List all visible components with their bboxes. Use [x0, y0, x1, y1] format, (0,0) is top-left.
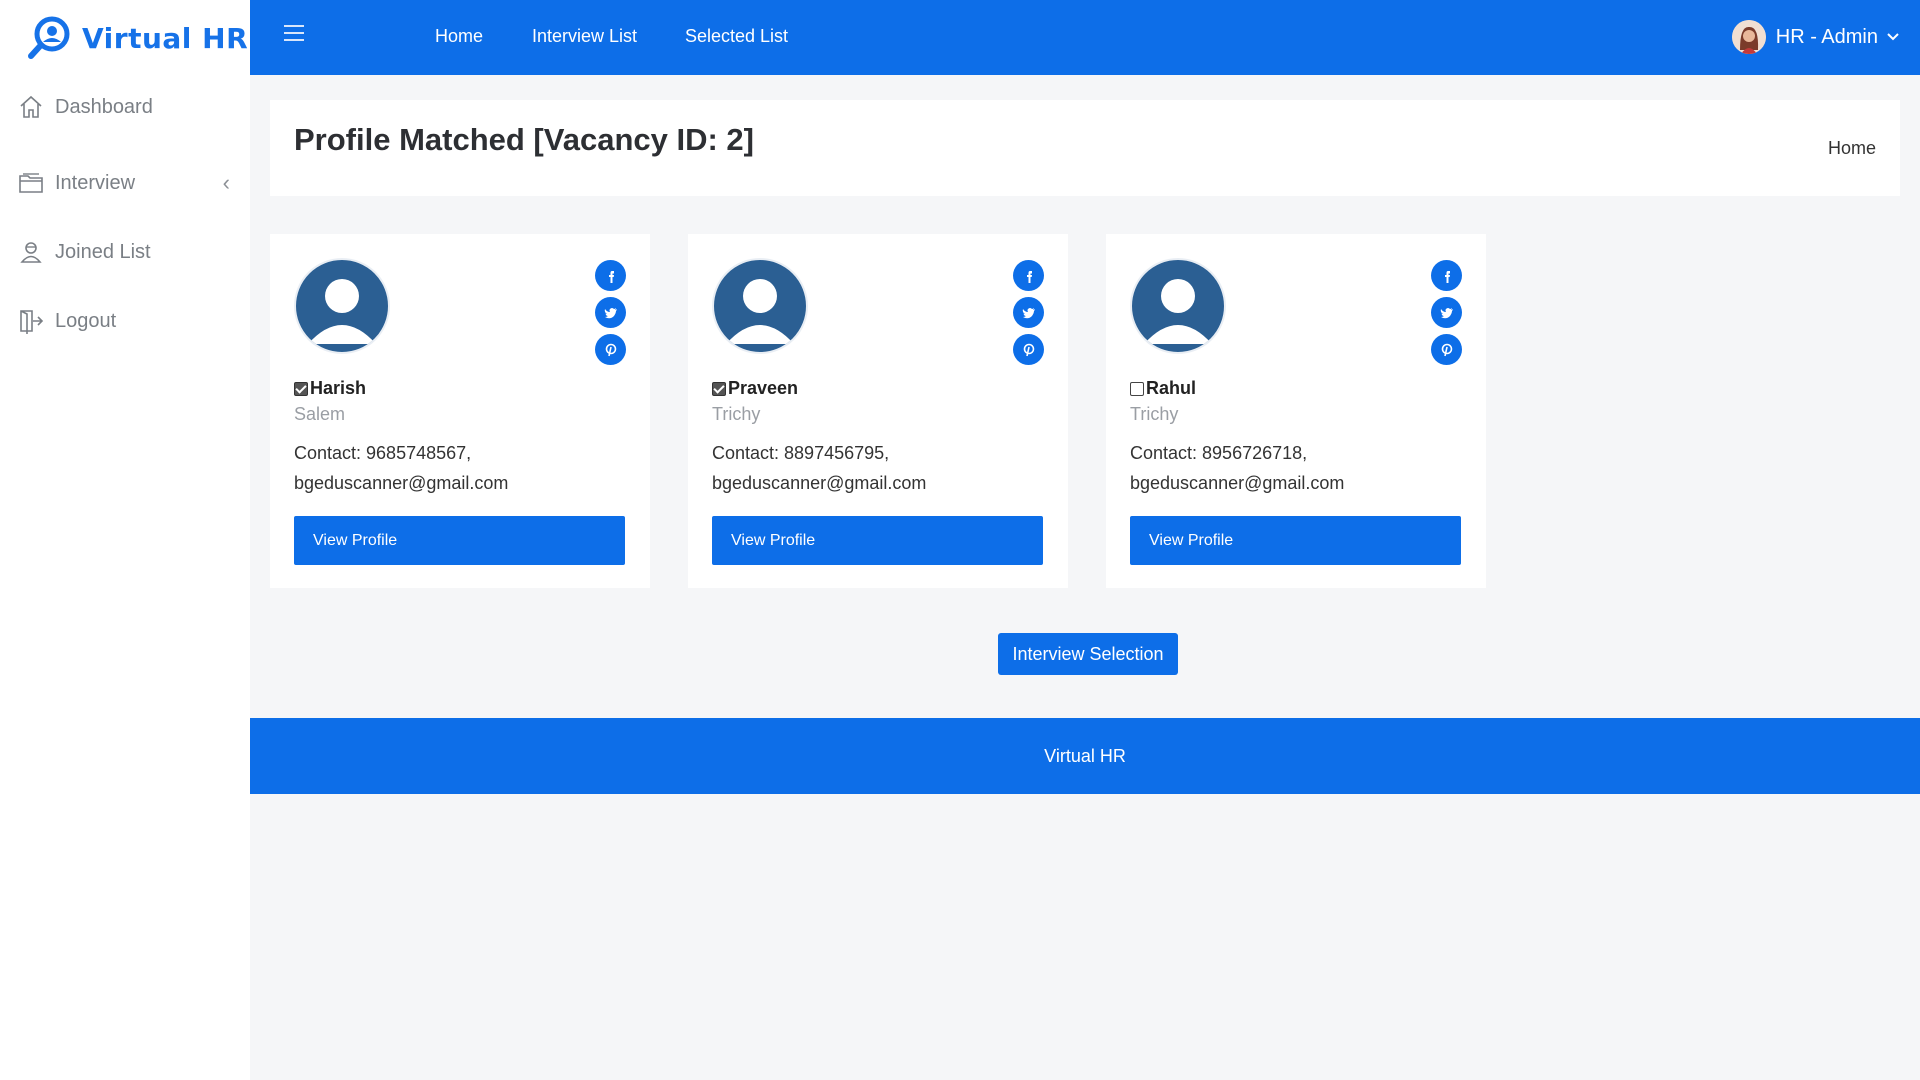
candidate-email: bgeduscanner@gmail.com	[712, 473, 927, 493]
logout-icon	[20, 310, 44, 334]
candidate-name-row: Praveen	[712, 378, 798, 399]
twitter-icon[interactable]	[1013, 297, 1044, 328]
nav-link-selected-list[interactable]: Selected List	[685, 26, 788, 47]
pinterest-icon[interactable]	[1013, 334, 1044, 365]
nav-link-interview-list[interactable]: Interview List	[532, 26, 637, 47]
topbar: Home Interview List Selected List HR - A…	[250, 0, 1920, 75]
sidebar-item-label: Interview	[55, 171, 136, 194]
chevron-left-icon[interactable]: ‹	[223, 170, 230, 196]
candidate-name-row: Rahul	[1130, 378, 1196, 399]
sidebar-item-label: Joined List	[55, 240, 151, 263]
interview-selection-button[interactable]: Interview Selection	[998, 633, 1178, 675]
profile-card: Rahul Trichy Contact: 8956726718, bgedus…	[1106, 234, 1486, 588]
avatar	[1731, 20, 1766, 54]
select-checkbox[interactable]	[1130, 381, 1144, 396]
home-icon	[20, 95, 42, 118]
twitter-icon[interactable]	[1431, 297, 1462, 328]
candidate-email: bgeduscanner@gmail.com	[294, 473, 509, 493]
sidebar: Virtual HR Dashboard Interview ‹ Joined …	[0, 0, 250, 1080]
person-icon	[20, 242, 42, 263]
candidate-city: Trichy	[1130, 404, 1179, 424]
chevron-down-icon	[1887, 33, 1899, 41]
nav-link-home[interactable]: Home	[435, 26, 483, 47]
page-title: Profile Matched [Vacancy ID: 2]	[294, 122, 754, 157]
twitter-icon[interactable]	[595, 297, 626, 328]
profile-card: Harish Salem Contact: 9685748567, bgedus…	[270, 234, 650, 588]
candidate-city: Trichy	[712, 404, 761, 424]
app-name: Virtual HR	[82, 21, 249, 55]
sidebar-item-interview[interactable]: Interview ‹	[18, 170, 230, 196]
select-checkbox[interactable]	[294, 381, 308, 396]
user-name: HR - Admin	[1775, 25, 1878, 48]
candidate-name-row: Harish	[294, 378, 366, 399]
footer-text: Virtual HR	[1044, 745, 1126, 766]
facebook-icon[interactable]	[1013, 260, 1044, 291]
candidate-contact: Contact: 8956726718, bgeduscanner@gmail.…	[1130, 438, 1344, 498]
footer: Virtual HR	[250, 718, 1920, 794]
logo-magnifier-icon	[26, 14, 78, 62]
view-profile-button[interactable]: View Profile	[1130, 516, 1461, 565]
user-menu[interactable]: HR - Admin	[1731, 20, 1900, 54]
candidate-phone: Contact: 8897456795,	[712, 443, 890, 463]
candidate-contact: Contact: 8897456795, bgeduscanner@gmail.…	[712, 438, 926, 498]
menu-toggle-icon[interactable]	[284, 25, 304, 41]
pinterest-icon[interactable]	[1431, 334, 1462, 365]
candidate-phone: Contact: 9685748567,	[294, 443, 472, 463]
facebook-icon[interactable]	[1431, 260, 1462, 291]
view-profile-button[interactable]: View Profile	[294, 516, 625, 565]
facebook-icon[interactable]	[595, 260, 626, 291]
sidebar-item-label: Dashboard	[55, 95, 153, 118]
candidate-city: Salem	[294, 404, 346, 424]
candidate-name: Praveen	[728, 378, 799, 398]
candidate-phone: Contact: 8956726718,	[1130, 443, 1308, 463]
breadcrumb[interactable]: Home	[1828, 138, 1876, 159]
candidate-name: Rahul	[1146, 378, 1197, 398]
folder-icon	[19, 173, 43, 193]
sidebar-item-dashboard[interactable]: Dashboard	[18, 94, 230, 120]
candidate-email: bgeduscanner@gmail.com	[1130, 473, 1345, 493]
candidate-contact: Contact: 9685748567, bgeduscanner@gmail.…	[294, 438, 508, 498]
avatar	[712, 258, 808, 354]
sidebar-item-joined-list[interactable]: Joined List	[18, 239, 230, 265]
sidebar-item-label: Logout	[55, 309, 117, 332]
avatar	[294, 258, 390, 354]
app-logo[interactable]: Virtual HR	[26, 14, 248, 62]
view-profile-button[interactable]: View Profile	[712, 516, 1043, 565]
page-header: Profile Matched [Vacancy ID: 2] Home	[270, 100, 1900, 196]
select-checkbox[interactable]	[712, 381, 726, 396]
candidate-name: Harish	[310, 378, 367, 398]
avatar	[1130, 258, 1226, 354]
profile-card: Praveen Trichy Contact: 8897456795, bged…	[688, 234, 1068, 588]
pinterest-icon[interactable]	[595, 334, 626, 365]
sidebar-item-logout[interactable]: Logout	[18, 308, 230, 334]
